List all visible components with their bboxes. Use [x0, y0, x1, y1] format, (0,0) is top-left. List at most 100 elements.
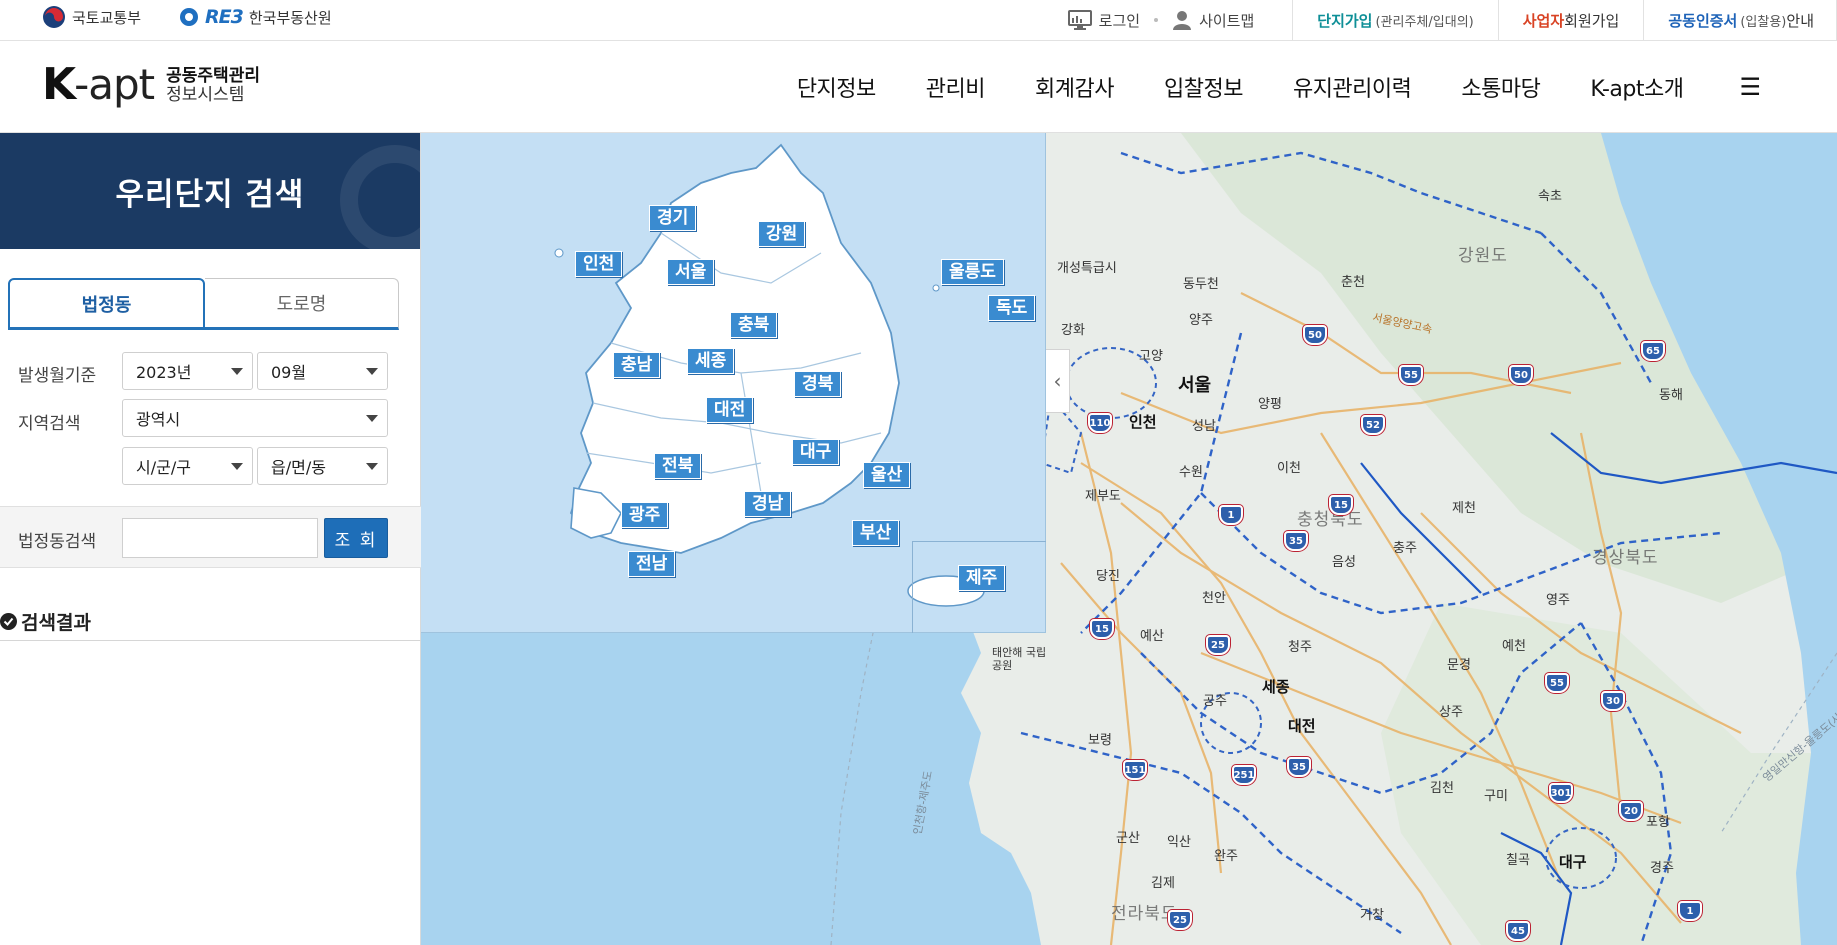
route-shield: 55 — [1399, 365, 1423, 385]
region-gangwon: 강원도 — [1458, 246, 1508, 266]
chevron-down-icon — [231, 368, 243, 375]
molit-emblem-icon — [43, 6, 65, 28]
biz-join-link[interactable]: 사업자 회원가입 — [1497, 0, 1644, 40]
route-shield: 1 — [1678, 901, 1702, 921]
reb-logo[interactable]: RE3 한국부동산원 — [179, 6, 332, 28]
city-label: 음성 — [1332, 555, 1356, 570]
town-value: 읍/면/동 — [271, 458, 326, 477]
month-select[interactable]: 09월 — [257, 352, 388, 390]
region-label: 지역검색 — [18, 414, 81, 434]
route-shield: 25 — [1168, 910, 1192, 930]
province-dokdo[interactable]: 독도 — [988, 295, 1036, 321]
city-label: 군산 — [1116, 831, 1140, 846]
sidebar-header: 우리단지 검색 — [0, 133, 420, 249]
district-select[interactable]: 시/군/구 — [122, 447, 253, 485]
reb-emblem-icon — [180, 8, 199, 26]
monitor-icon — [1067, 10, 1092, 30]
city-label: 김제 — [1151, 876, 1175, 891]
province-sejong[interactable]: 세종 — [687, 348, 735, 374]
sitemap-link[interactable]: 사이트맵 — [1158, 0, 1268, 40]
nav-community[interactable]: 소통마당 — [1461, 71, 1540, 103]
city-seoul[interactable]: 서울 — [1178, 371, 1211, 397]
reb-name: 한국부동산원 — [248, 8, 332, 27]
route-shield: 35 — [1287, 757, 1311, 777]
city-sejong[interactable]: 세종 — [1262, 676, 1290, 697]
province-jeonbuk[interactable]: 전북 — [654, 453, 702, 479]
town-select[interactable]: 읍/면/동 — [257, 447, 388, 485]
city-label: 청주 — [1288, 640, 1312, 655]
route-shield: 251 — [1232, 765, 1256, 785]
legal-dong-search-input[interactable] — [122, 518, 318, 558]
person-icon — [1173, 11, 1192, 30]
chevron-down-icon — [366, 415, 378, 422]
city-label: 양평 — [1258, 397, 1282, 412]
cert-guide-link[interactable]: 공동인증서 (입찰용) 안내 — [1643, 0, 1837, 40]
main-nav: 단지정보 관리비 회계감사 입찰정보 유지관리이력 소통마당 K-apt소개 ☰ — [797, 41, 1761, 133]
route-shield: 50 — [1509, 365, 1533, 385]
province-jeju[interactable]: 제주 — [958, 565, 1006, 591]
nav-bidding[interactable]: 입찰정보 — [1164, 71, 1243, 103]
province-ulsan[interactable]: 울산 — [863, 462, 911, 488]
route-shield: 151 — [1123, 760, 1147, 780]
province-gangwon[interactable]: 강원 — [758, 221, 806, 247]
province-daegu[interactable]: 대구 — [792, 439, 840, 465]
chevron-down-icon — [366, 463, 378, 470]
tab-road-name[interactable]: 도로명 — [205, 278, 399, 330]
city-label: 강화 — [1061, 323, 1085, 338]
chevron-down-icon — [231, 463, 243, 470]
province-busan[interactable]: 부산 — [852, 520, 900, 546]
molit-logo[interactable]: 국토교통부 — [42, 5, 141, 29]
nav-maintenance-history[interactable]: 유지관리이력 — [1293, 71, 1412, 103]
province-gyeongbuk[interactable]: 경북 — [794, 371, 842, 397]
city-label: 공주 — [1203, 694, 1227, 709]
nav-about[interactable]: K-apt소개 — [1590, 71, 1684, 103]
year-select[interactable]: 2023년 — [122, 352, 253, 390]
route-shield: 110 — [1088, 413, 1112, 433]
city-label: 완주 — [1214, 849, 1238, 864]
province-gyeonggi[interactable]: 경기 — [649, 205, 697, 231]
search-results-header: 검색결과 — [0, 603, 421, 641]
chevron-down-icon — [366, 368, 378, 375]
province-daejeon[interactable]: 대전 — [706, 397, 754, 423]
tab-legal-dong[interactable]: 법정동 — [8, 278, 205, 330]
route-shield: 301 — [1549, 783, 1573, 803]
logo-apt: -apt — [74, 60, 155, 109]
route-shield: 15 — [1090, 619, 1114, 639]
city-label: 수원 — [1179, 465, 1203, 480]
province-gwangju[interactable]: 광주 — [621, 502, 669, 528]
province-seoul[interactable]: 서울 — [667, 259, 715, 285]
hamburger-menu-icon[interactable]: ☰ — [1739, 73, 1761, 101]
city-label: 문경 — [1447, 658, 1471, 673]
province-chungbuk[interactable]: 충북 — [730, 312, 778, 338]
nav-management-fee[interactable]: 관리비 — [926, 71, 986, 103]
period-label: 발생월기준 — [18, 366, 97, 386]
month-value: 09월 — [271, 363, 307, 382]
city-label: 성남 — [1192, 419, 1216, 434]
province-chungnam[interactable]: 충남 — [613, 352, 661, 378]
collapse-panel-button[interactable]: ‹ — [1046, 349, 1070, 413]
city-daejeon[interactable]: 대전 — [1288, 715, 1316, 736]
city-label: 포항 — [1646, 815, 1670, 830]
province-overview-map[interactable]: 경기 강원 인천 서울 울릉도 독도 충북 세종 충남 경북 대전 대구 울산 … — [421, 133, 1046, 633]
province-incheon[interactable]: 인천 — [575, 251, 623, 277]
province-ulleungdo[interactable]: 울릉도 — [941, 259, 1004, 285]
city-label: 제천 — [1452, 501, 1476, 516]
nav-complex-info[interactable]: 단지정보 — [797, 71, 876, 103]
search-button[interactable]: 조 회 — [324, 518, 388, 558]
kapt-logo[interactable]: K -apt 공동주택관리 정보시스템 — [42, 63, 260, 107]
map-view[interactable]: 강원도 충청북도 경상북도 전라북도 서울 인천 세종 대전 대구 속초 개성특… — [421, 133, 1837, 945]
city-label: 칠곡 — [1506, 853, 1530, 868]
city-daegu[interactable]: 대구 — [1559, 851, 1587, 872]
complex-join-link[interactable]: 단지가입 (관리주체/입대의) — [1292, 0, 1497, 40]
biz-join-rest: 회원가입 — [1564, 11, 1620, 30]
region-select[interactable]: 광역시 — [122, 399, 388, 437]
route-shield: 65 — [1641, 341, 1665, 361]
city-label: 이천 — [1277, 461, 1301, 476]
city-label: 태안해 국립공원 — [992, 646, 1047, 672]
province-jeonnam[interactable]: 전남 — [628, 551, 676, 577]
login-link[interactable]: 로그인 — [1054, 0, 1154, 40]
nav-audit[interactable]: 회계감사 — [1035, 71, 1114, 103]
province-gyeongnam[interactable]: 경남 — [744, 491, 792, 517]
search-label: 법정동검색 — [18, 532, 97, 552]
city-incheon[interactable]: 인천 — [1129, 411, 1157, 432]
